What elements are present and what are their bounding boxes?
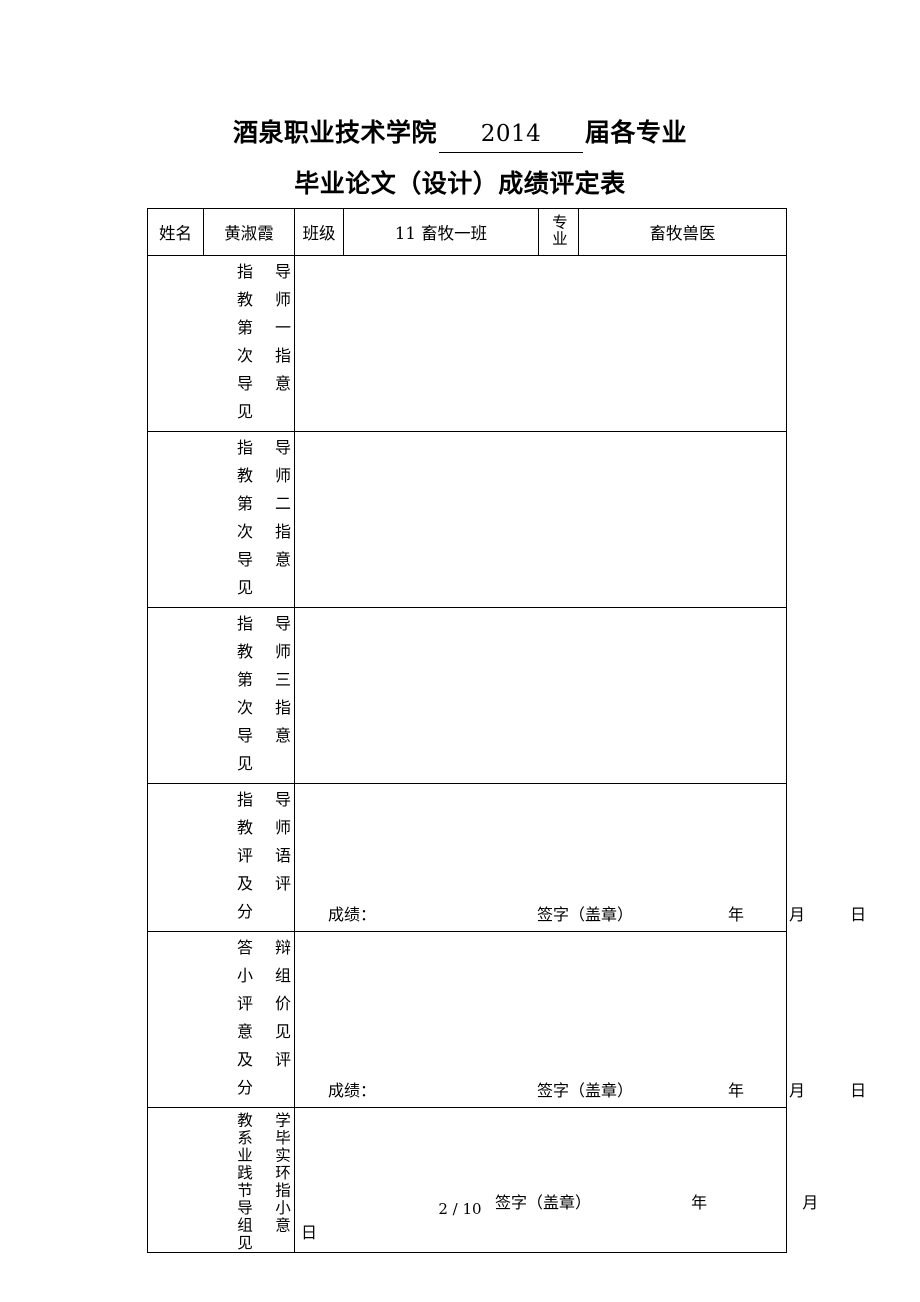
section-content-advisor-third[interactable] xyxy=(294,607,787,784)
section-content-advisor-comment[interactable]: 成绩： 签字（盖章） 年 月 日 xyxy=(294,783,866,932)
name-value: 黄淑霞 xyxy=(224,224,274,243)
section-content-advisor-first[interactable] xyxy=(294,255,787,432)
title-suffix: 届各专业 xyxy=(585,118,688,147)
class-value: 11 畜牧一班 xyxy=(394,224,488,243)
section-row-advisor-first: 导师一指意 指教第次导见 xyxy=(147,255,787,432)
day-label: 日 xyxy=(301,1223,318,1242)
document-subtitle: 毕业论文（设计）成绩评定表 xyxy=(294,169,626,198)
signature-line-department: 签字（盖章） 年 月 日 xyxy=(295,1188,818,1248)
section-label-col-left: 指教评及分 xyxy=(234,791,253,931)
section-row-advisor-second: 导师二指意 指教第次导见 xyxy=(147,431,787,608)
section-label-col-right: 辩组价见评 xyxy=(272,939,291,1079)
major-value-cell: 畜牧兽医 xyxy=(578,208,787,256)
section-label-col-left: 指教第次导见 xyxy=(234,439,253,607)
section-label-department-group: 学毕实环指小意 教系业践节导组见 xyxy=(147,1107,295,1253)
section-label-defense-committee: 辩组价见评 答小评意及分 xyxy=(147,931,295,1108)
class-value-cell: 11 畜牧一班 xyxy=(343,208,539,256)
student-info-row: 姓名 黄淑霞 班级 11 畜牧一班 专业 畜牧兽医 xyxy=(147,208,787,256)
section-row-defense-committee: 辩组价见评 答小评意及分 成绩： 签字（盖章） 年 月 日 xyxy=(147,931,866,1108)
title-institution: 酒泉职业技术学院 xyxy=(232,118,437,147)
score-label: 成绩： xyxy=(328,905,377,924)
section-label-advisor-third: 导师三指意 指教第次导见 xyxy=(147,607,295,784)
title-year-field: 2014 xyxy=(439,117,583,153)
signature-label: 签字（盖章） xyxy=(537,905,634,924)
section-label-advisor-first: 导师一指意 指教第次导见 xyxy=(147,255,295,432)
section-content-defense-committee[interactable]: 成绩： 签字（盖章） 年 月 日 xyxy=(294,931,866,1108)
section-row-advisor-third: 导师三指意 指教第次导见 xyxy=(147,607,787,784)
title-line-primary: 酒泉职业技术学院 2014 届各专业 xyxy=(0,116,920,153)
section-content-advisor-second[interactable] xyxy=(294,431,787,608)
signature-line-advisor: 成绩： 签字（盖章） 年 月 日 xyxy=(295,901,866,925)
section-label-col-right: 导师二指意 xyxy=(272,439,291,579)
section-label-col-right: 导师一指意 xyxy=(272,263,291,403)
day-label: 日 xyxy=(850,905,867,924)
major-label: 专业 xyxy=(549,213,568,247)
section-label-col-left: 指教第次导见 xyxy=(234,263,253,431)
page-number-footer: 2 / 10 xyxy=(438,1200,482,1218)
section-content-department-group[interactable]: 签字（盖章） 年 月 日 xyxy=(294,1107,818,1253)
section-label-advisor-second: 导师二指意 指教第次导见 xyxy=(147,431,295,608)
day-label: 日 xyxy=(850,1081,867,1100)
section-row-department-group: 学毕实环指小意 教系业践节导组见 签字（盖章） 年 月 日 xyxy=(147,1107,818,1253)
year-label: 年 xyxy=(728,905,745,924)
section-row-advisor-comment: 导师语评 指教评及分 成绩： 签字（盖章） 年 月 日 xyxy=(147,783,866,932)
grade-evaluation-table: 姓名 黄淑霞 班级 11 畜牧一班 专业 畜牧兽医 导师一指意 指教第次导见 导… xyxy=(147,208,866,1253)
month-label: 月 xyxy=(789,1081,806,1100)
major-label-cell: 专业 xyxy=(538,208,579,256)
section-label-col-left: 教系业践节导组见 xyxy=(235,1112,253,1252)
class-label-cell: 班级 xyxy=(294,208,344,256)
major-value: 畜牧兽医 xyxy=(649,224,716,243)
score-label: 成绩： xyxy=(328,1081,377,1100)
name-label-cell: 姓名 xyxy=(147,208,204,256)
section-label-col-right: 导师语评 xyxy=(272,791,291,903)
year-label: 年 xyxy=(728,1081,745,1100)
name-label: 姓名 xyxy=(159,224,192,243)
name-value-cell: 黄淑霞 xyxy=(203,208,295,256)
signature-line-defense: 成绩： 签字（盖章） 年 月 日 xyxy=(295,1077,866,1101)
section-label-col-right: 导师三指意 xyxy=(272,615,291,755)
document-title-block: 酒泉职业技术学院 2014 届各专业 毕业论文（设计）成绩评定表 xyxy=(0,116,920,201)
section-label-col-left: 答小评意及分 xyxy=(234,939,253,1107)
section-label-advisor-comment: 导师语评 指教评及分 xyxy=(147,783,295,932)
month-label: 月 xyxy=(789,905,806,924)
class-label: 班级 xyxy=(302,224,336,243)
section-label-col-left: 指教第次导见 xyxy=(234,615,253,783)
signature-label: 签字（盖章） xyxy=(537,1081,634,1100)
